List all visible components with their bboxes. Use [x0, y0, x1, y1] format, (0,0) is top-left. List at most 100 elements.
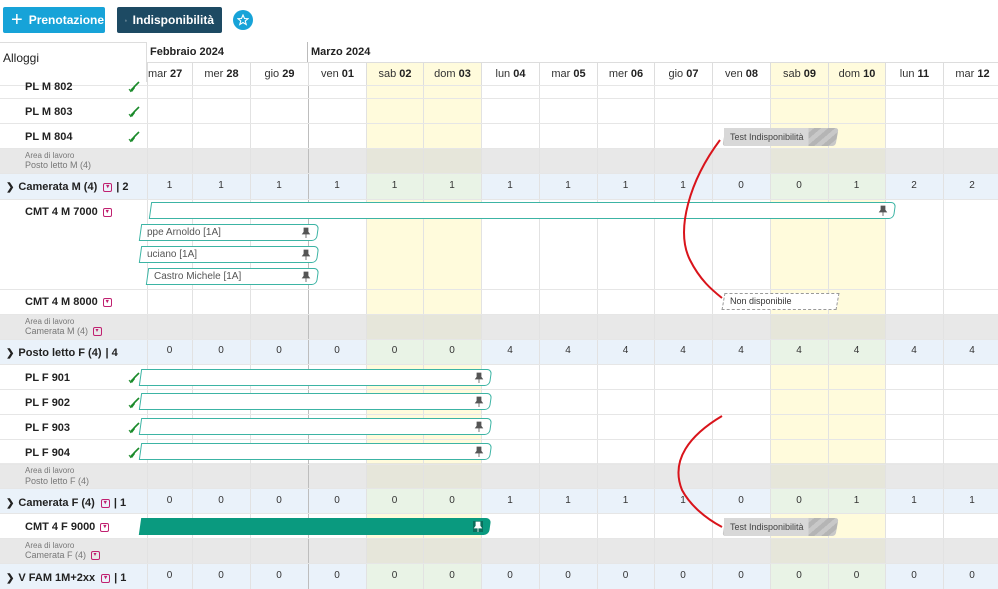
availability-count: 0	[738, 570, 744, 581]
booking-bar[interactable]	[138, 393, 493, 410]
chevron-down-icon[interactable]: ❯	[6, 348, 14, 359]
new-booking-label: Prenotazione	[28, 13, 105, 27]
pin-badge-icon: ▾	[102, 207, 112, 217]
unavailability-block[interactable]: Test Indisponibilità	[722, 518, 839, 536]
availability-count: 1	[565, 495, 571, 506]
column-line	[481, 62, 482, 589]
group-posto-letto-f[interactable]: ❯ Posto letto F (4) | 4	[6, 347, 118, 359]
pin-icon[interactable]	[474, 372, 484, 383]
column-line	[147, 62, 148, 589]
weekend-area-cell	[423, 538, 481, 564]
group-v-fam[interactable]: ❯ V FAM 1M+2xx ▾ | 1	[6, 572, 126, 584]
availability-count: 4	[853, 345, 860, 356]
day-header-cell[interactable]: mar 05	[539, 62, 597, 85]
column-line	[366, 62, 367, 589]
unavailability-label: Test Indisponibilità	[724, 518, 837, 536]
weekend-area-cell	[828, 314, 885, 339]
chevron-down-icon[interactable]: ❯	[6, 573, 14, 584]
day-header-cell[interactable]: dom 03	[423, 62, 481, 85]
weekend-area-cell	[828, 463, 885, 488]
pin-icon[interactable]	[301, 227, 311, 238]
group-camerata-f[interactable]: ❯ Camerata F (4) ▾ | 1	[6, 497, 126, 509]
area-name: Posto letto M (4)	[25, 160, 92, 170]
booking-bar[interactable]: ppe Arnoldo [1A]	[138, 224, 320, 241]
room-label[interactable]: PL F 904	[25, 447, 70, 459]
room-label[interactable]: CMT 4 M 8000 ▾	[25, 296, 112, 308]
availability-count: 1	[680, 180, 686, 191]
weekend-area-cell	[770, 314, 828, 339]
new-booking-button[interactable]: + Prenotazione	[3, 7, 105, 33]
row-line	[0, 364, 998, 365]
availability-count: 1	[507, 495, 513, 506]
pin-icon[interactable]	[474, 421, 484, 432]
day-header-cell[interactable]: gio 07	[654, 62, 712, 85]
weekend-area-cell	[828, 538, 885, 564]
unavailability-button[interactable]: Indisponibilità	[117, 7, 222, 33]
weekend-area-cell	[366, 148, 423, 173]
availability-count: 0	[969, 570, 975, 581]
day-header-cell[interactable]: mer 28	[192, 62, 250, 85]
unavailability-block[interactable]: Test Indisponibilità	[722, 128, 839, 146]
row-line	[0, 199, 998, 200]
room-label[interactable]: CMT 4 F 9000 ▾	[25, 521, 110, 533]
booking-bar-selected[interactable]	[138, 518, 492, 535]
row-line	[0, 513, 998, 514]
pin-badge-icon: ▾	[103, 182, 113, 192]
availability-count: 1	[391, 180, 398, 191]
availability-count: 1	[622, 180, 629, 191]
availability-count: 1	[334, 180, 340, 191]
room-label[interactable]: CMT 4 M 7000 ▾	[25, 206, 112, 218]
favorites-button[interactable]	[233, 10, 253, 30]
day-header-cell[interactable]: mer 06	[597, 62, 654, 85]
booking-bar[interactable]	[138, 443, 493, 460]
day-header-cell[interactable]: mar 27	[147, 62, 192, 85]
availability-count: 0	[391, 495, 398, 506]
availability-count: 0	[449, 345, 455, 356]
pin-icon[interactable]	[301, 249, 311, 260]
room-label[interactable]: PL M 804	[25, 131, 73, 143]
room-label[interactable]: PL F 901	[25, 372, 70, 384]
row-line	[0, 98, 998, 99]
pin-icon[interactable]	[474, 446, 484, 457]
room-label[interactable]: PL F 902	[25, 397, 70, 409]
day-header-cell[interactable]: sab 02	[366, 62, 423, 85]
availability-count: 0	[796, 495, 802, 506]
booking-bar[interactable]	[148, 202, 897, 219]
day-header-cell[interactable]: gio 29	[250, 62, 308, 85]
availability-count: 0	[738, 495, 744, 506]
broom-icon	[128, 372, 140, 384]
column-line	[885, 62, 886, 589]
day-header-cell[interactable]: lun 11	[885, 62, 943, 85]
room-label[interactable]: PL M 803	[25, 106, 73, 118]
pin-badge-icon: ▾	[100, 522, 110, 532]
chevron-down-icon[interactable]: ❯	[6, 182, 14, 193]
booking-bar[interactable]: uciano [1A]	[138, 246, 320, 263]
day-header-cell[interactable]: mar 12	[943, 62, 998, 85]
column-line	[712, 62, 713, 589]
pin-icon[interactable]	[473, 521, 483, 532]
day-header-cell[interactable]: dom 10	[828, 62, 885, 85]
day-header-cell[interactable]: ven 08	[712, 62, 770, 85]
not-available-block[interactable]: Non disponibile	[721, 293, 840, 310]
pin-icon[interactable]	[474, 396, 484, 407]
booking-bar[interactable]: Castro Michele [1A]	[145, 268, 320, 285]
column-line	[943, 62, 944, 589]
availability-count: 4	[507, 345, 513, 356]
plus-icon: +	[11, 9, 23, 31]
alloggi-header: Alloggi	[0, 42, 147, 82]
pin-icon[interactable]	[301, 271, 311, 282]
room-label[interactable]: PL F 903	[25, 422, 70, 434]
chevron-down-icon[interactable]: ❯	[6, 498, 14, 509]
column-line	[539, 62, 540, 589]
booking-label: uciano [1A]	[147, 249, 198, 260]
booking-bar[interactable]	[138, 418, 493, 435]
day-header-cell[interactable]: ven 01	[308, 62, 366, 85]
booking-bar[interactable]	[138, 369, 493, 386]
group-camerata-m[interactable]: ❯ Camerata M (4) ▾ | 2	[6, 181, 129, 193]
room-label[interactable]: PL M 802	[25, 81, 73, 93]
day-header-cell[interactable]: lun 04	[481, 62, 539, 85]
row-line	[0, 314, 998, 315]
availability-count: 0	[565, 570, 571, 581]
day-header-cell[interactable]: sab 09	[770, 62, 828, 85]
pin-icon[interactable]	[878, 205, 888, 216]
